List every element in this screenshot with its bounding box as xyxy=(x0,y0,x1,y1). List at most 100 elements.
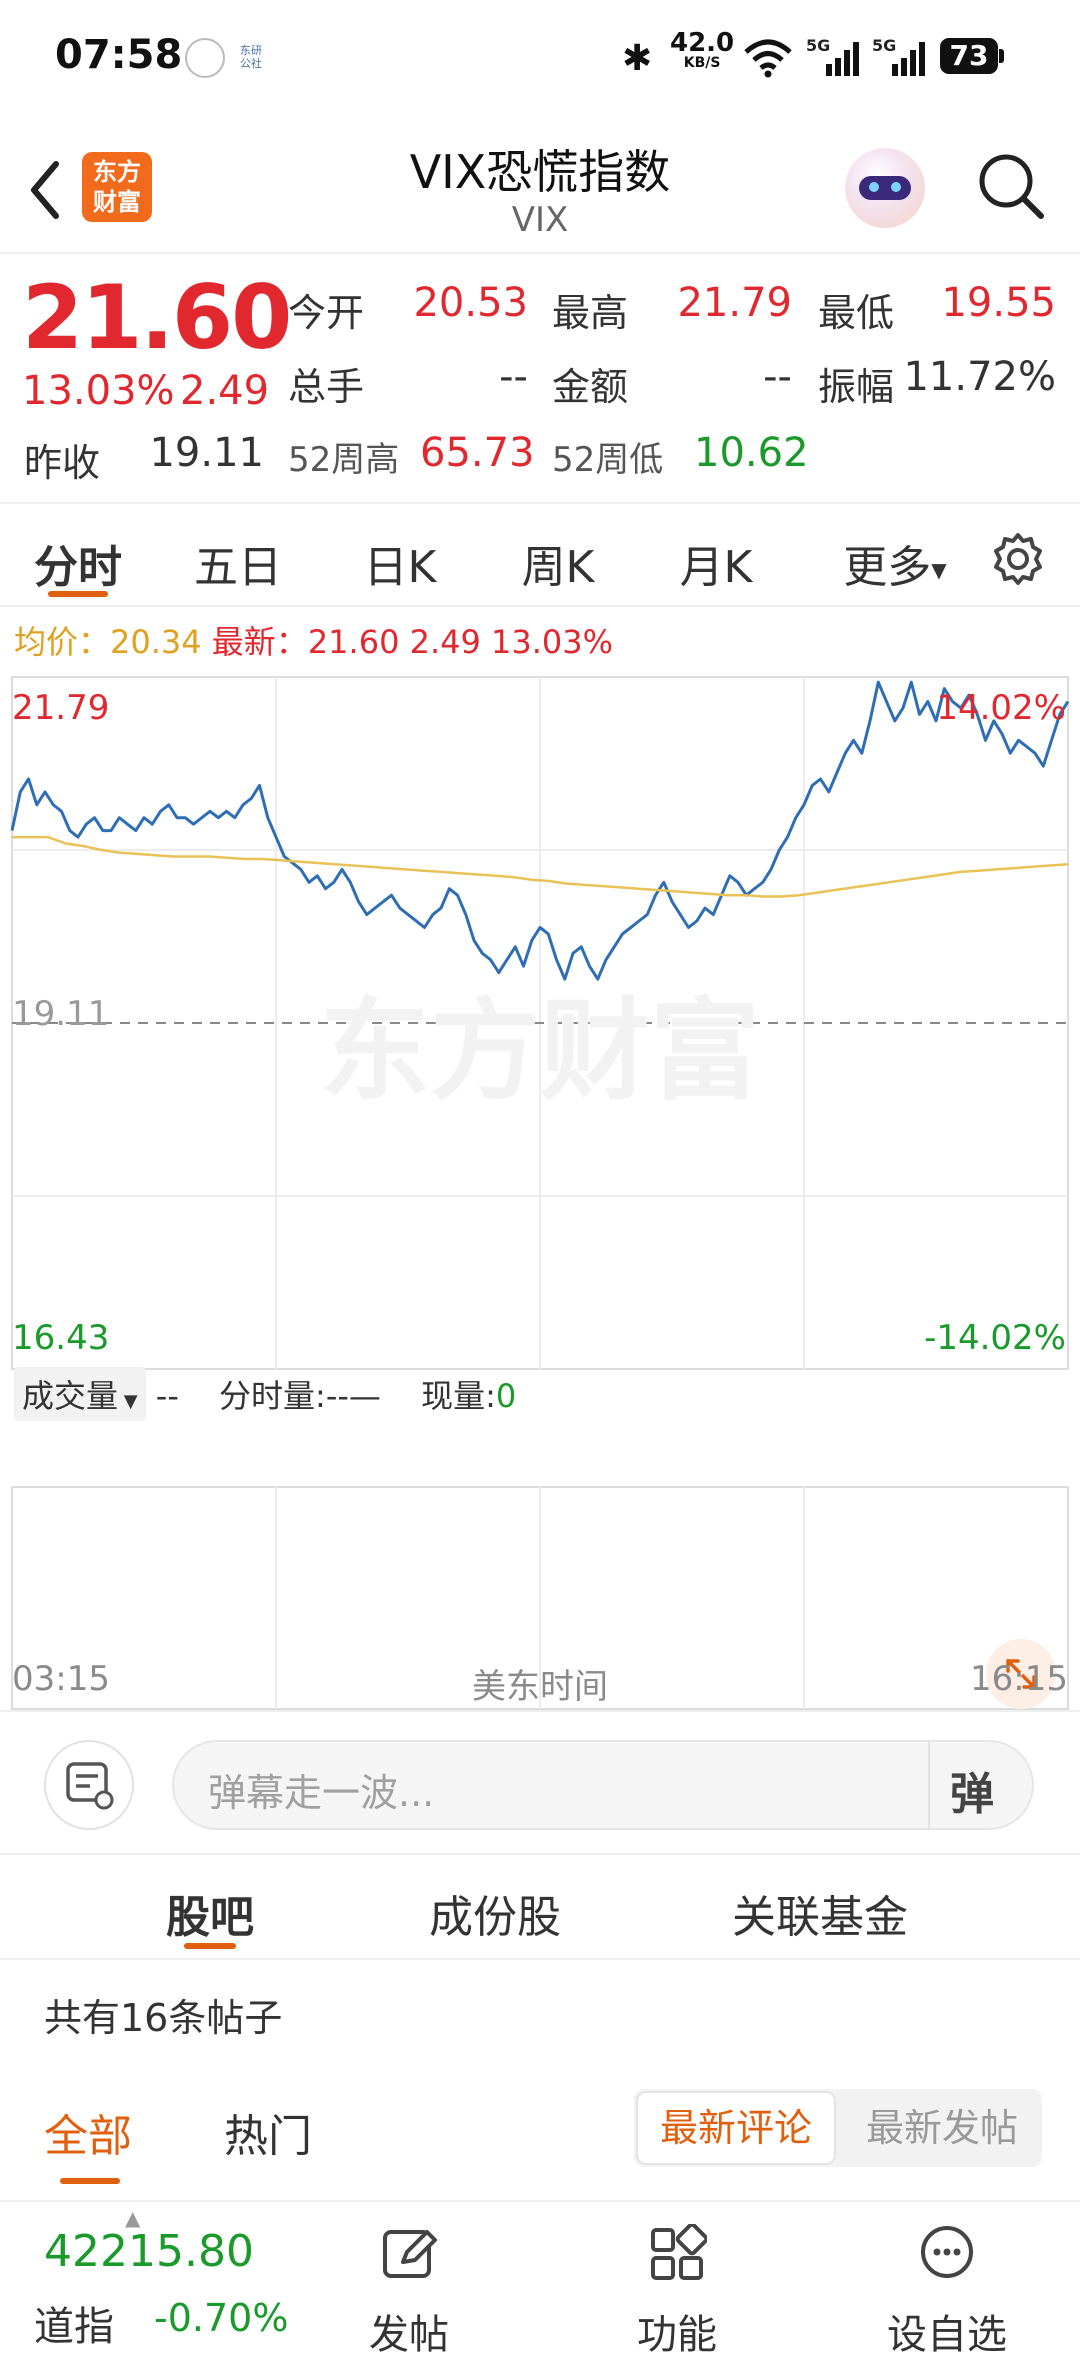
robot-assistant-avatar[interactable] xyxy=(845,148,925,228)
period-tabs: 分时 五日 日K 周K 月K 更多▼ xyxy=(0,505,1080,607)
dow-index-change[interactable]: -0.70% xyxy=(154,2296,288,2340)
x-axis-title: 美东时间 xyxy=(472,1667,608,1707)
w52-high-label: 52周高 xyxy=(288,440,400,480)
volume-info-bar: 成交量 ▼ -- 分时量:--— 现量:0 xyxy=(14,1367,1074,1427)
logo-line-2: 财富 xyxy=(93,188,141,216)
net-speed: 42.0 KB/S xyxy=(670,30,734,70)
open-value: 20.53 xyxy=(413,280,528,326)
quote-panel: 21.60 13.03% 2.49 昨收 19.11 今开 20.53 最高 2… xyxy=(0,256,1080,504)
current-volume-label: 现量: xyxy=(421,1377,496,1415)
sort-toggle: 最新评论 最新发帖 xyxy=(634,2089,1042,2167)
functions-button[interactable]: 功能 xyxy=(592,2202,762,2378)
signal-2-icon xyxy=(892,42,925,76)
per-minute-volume-dash: — xyxy=(348,1377,381,1415)
chevron-down-icon: ▼ xyxy=(118,1391,138,1412)
high-value: 21.79 xyxy=(677,280,792,326)
danmu-settings-icon xyxy=(66,1762,114,1810)
bottom-bar: ▲ 42215.80 道指 -0.70% 发帖 功能 设自选 xyxy=(0,2200,1080,2376)
avg-label: 均价： xyxy=(14,623,111,661)
edit-icon xyxy=(383,2230,437,2278)
danmu-input[interactable]: 弹幕走一波... 弹 xyxy=(172,1740,1034,1830)
filter-all[interactable]: 全部 xyxy=(44,2100,132,2164)
amplitude-label: 振幅 xyxy=(818,365,895,409)
tab-weekly-k[interactable]: 周K xyxy=(508,531,608,595)
volume-dropdown[interactable]: 成交量 ▼ xyxy=(14,1367,146,1421)
bluetooth-icon: ✱ xyxy=(622,38,653,79)
tab-five-day[interactable]: 五日 xyxy=(188,531,288,595)
prev-close-label: 昨收 xyxy=(24,441,101,485)
intraday-chart-area: 均价：20.34 最新：21.60 2.49 13.03% 东方财富 21.79… xyxy=(0,607,1080,1710)
chevron-down-icon: ▼ xyxy=(931,558,947,582)
latest-value: 21.60 xyxy=(307,623,400,661)
back-arrow-icon[interactable] xyxy=(24,158,64,222)
wifi-icon xyxy=(744,39,792,78)
sort-latest-comment[interactable]: 最新评论 xyxy=(636,2091,836,2165)
low-label: 最低 xyxy=(818,291,895,335)
high-label: 最高 xyxy=(552,291,629,335)
volume-dropdown-label: 成交量 xyxy=(22,1377,119,1415)
tab-forum[interactable]: 股吧 xyxy=(150,1881,270,1945)
pct-top-label: 14.02% xyxy=(936,688,1066,728)
battery-tip xyxy=(999,49,1004,63)
sort-latest-post[interactable]: 最新发帖 xyxy=(844,2091,1040,2165)
tab-more[interactable]: 更多▼ xyxy=(830,531,960,595)
page-subtitle: VIX xyxy=(511,200,569,240)
dow-index-value[interactable]: 42215.80 xyxy=(44,2226,254,2277)
w52-low-value: 10.62 xyxy=(694,430,809,476)
tab-intraday[interactable]: 分时 xyxy=(28,531,128,595)
net-speed-unit: KB/S xyxy=(683,55,721,71)
post-count: 共有16条帖子 xyxy=(44,1996,283,2040)
grid-icon xyxy=(651,2224,707,2280)
alarm-icon xyxy=(185,38,225,78)
filter-hot[interactable]: 热门 xyxy=(224,2100,312,2164)
battery-icon: 73 xyxy=(940,38,998,74)
open-label: 今开 xyxy=(288,291,365,335)
amount-value: -- xyxy=(763,354,792,400)
post-button[interactable]: 发帖 xyxy=(324,2202,494,2378)
eastmoney-logo[interactable]: 东方 财富 xyxy=(82,152,152,222)
clock: 07:58 xyxy=(55,32,183,78)
amount-label: 金额 xyxy=(552,365,629,409)
latest-change-pct: 13.03% xyxy=(491,623,614,661)
last-price: 21.60 xyxy=(22,266,292,369)
functions-button-label: 功能 xyxy=(637,2312,717,2358)
volume-label: 总手 xyxy=(288,365,365,409)
add-watchlist-button[interactable]: 设自选 xyxy=(862,2202,1032,2378)
danmu-placeholder: 弹幕走一波... xyxy=(208,1771,435,1815)
amplitude-value: 11.72% xyxy=(903,354,1056,400)
per-minute-volume-label: 分时量: xyxy=(219,1377,326,1415)
per-minute-volume-value: -- xyxy=(325,1377,349,1415)
tab-more-label: 更多 xyxy=(843,542,932,593)
low-value: 19.55 xyxy=(941,280,1056,326)
watermark: 东方财富 xyxy=(320,987,760,1115)
forum-section: 股吧 成份股 关联基金 共有16条帖子 全部 热门 最新评论 最新发帖 xyxy=(0,1855,1080,2200)
avg-value: 20.34 xyxy=(110,623,202,661)
y-axis-bottom-label: 16.43 xyxy=(12,1318,109,1358)
logo-line-1: 东方 xyxy=(93,158,141,186)
danmu-send-button[interactable]: 弹 xyxy=(950,1758,994,1822)
nav-bar: 东方 财富 VIX恐慌指数 VIX xyxy=(0,120,1080,254)
danmu-divider xyxy=(928,1742,930,1828)
tab-daily-k[interactable]: 日K xyxy=(350,531,450,595)
gear-icon[interactable] xyxy=(990,531,1046,587)
tab-monthly-k[interactable]: 月K xyxy=(666,531,766,595)
w52-low-label: 52周低 xyxy=(552,440,664,480)
status-bar: 07:58 东研 公社 ✱ 42.0 KB/S 5G 5G 73 xyxy=(0,0,1080,120)
y-axis-mid-label: 19.11 xyxy=(12,994,109,1034)
volume-value: -- xyxy=(499,354,528,400)
current-volume-value: 0 xyxy=(495,1377,517,1415)
price-chart[interactable]: 东方财富 21.79 14.02% 19.11 16.43 -14.02% xyxy=(0,669,1080,1729)
forum-tab-indicator xyxy=(184,1943,236,1949)
net-speed-value: 42.0 xyxy=(670,28,735,58)
tab-related-funds[interactable]: 关联基金 xyxy=(720,1881,920,1945)
search-icon[interactable] xyxy=(975,150,1047,222)
tab-constituents[interactable]: 成份股 xyxy=(420,1881,570,1945)
latest-label: 最新： xyxy=(211,623,308,661)
chart-info-bar: 均价：20.34 最新：21.60 2.49 13.03% xyxy=(14,617,613,663)
signal-1-icon xyxy=(826,42,859,76)
x-axis-start-label: 03:15 xyxy=(12,1659,110,1699)
danmu-settings-button[interactable] xyxy=(44,1740,134,1830)
latest-change: 2.49 xyxy=(409,623,481,661)
dow-index-name[interactable]: 道指 xyxy=(34,2294,114,2352)
w52-high-value: 65.73 xyxy=(420,430,535,476)
